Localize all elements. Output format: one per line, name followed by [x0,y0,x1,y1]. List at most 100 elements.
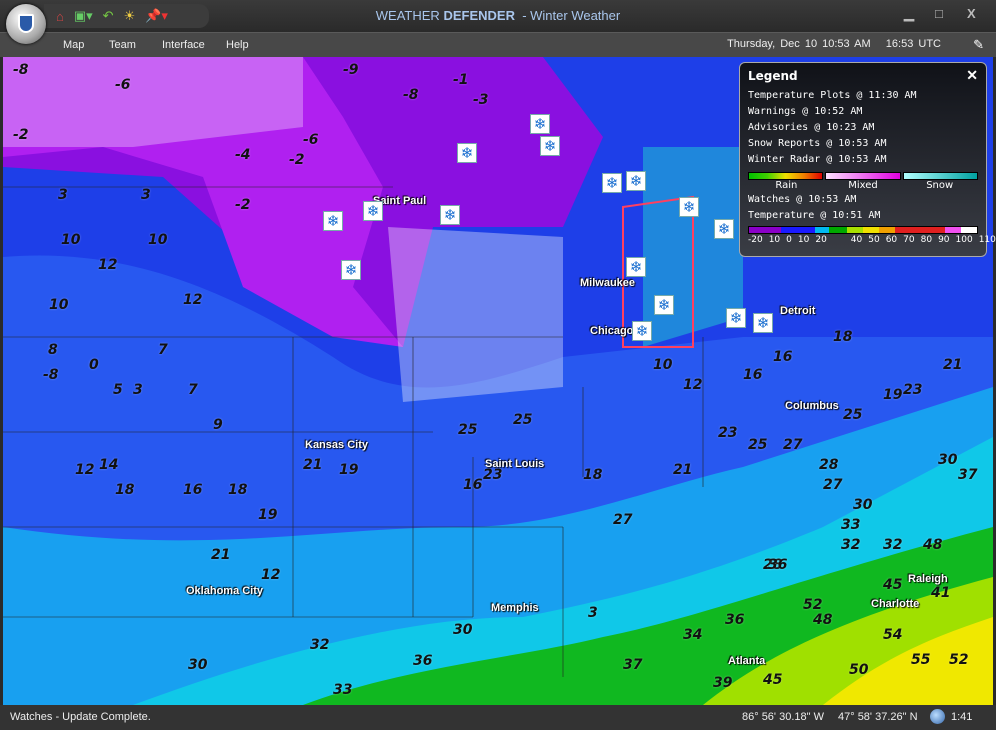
snow-report-icon[interactable]: ❄ [632,321,652,341]
snow-report-icon[interactable]: ❄ [440,205,460,225]
title-brand-light: WEATHER [375,8,440,23]
snow-label: Snow [926,180,954,191]
temperature-plot: 23 [718,425,738,441]
snow-report-icon[interactable]: ❄ [363,201,383,221]
temp-scale-label: 40 [850,235,863,245]
temperature-plot: 48 [813,612,833,628]
temperature-plot: 55 [911,652,931,668]
temperature-plot: -4 [235,147,251,163]
temperature-plot: 12 [261,567,281,583]
legend-row: Temperature Plots @ 11:30 AM [748,90,917,101]
snow-bar [902,172,978,180]
temperature-plot: 12 [183,292,203,308]
temp-scale-label: 60 [885,235,898,245]
temperature-plot: 50 [849,662,869,678]
snow-report-icon[interactable]: ❄ [323,211,343,231]
edit-icon[interactable]: ✎ [973,37,984,53]
shield-icon [18,14,34,33]
temperature-plot: 36 [768,557,788,573]
temperature-plot: -2 [289,152,305,168]
temperature-plot: 52 [949,652,969,668]
temperature-plot: 36 [413,653,433,669]
city-label: Columbus [785,400,839,412]
temperature-plot: 5 [113,382,123,398]
temperature-plot: 10 [148,232,168,248]
snow-report-icon[interactable]: ❄ [726,308,746,328]
legend-row: Warnings @ 10:52 AM [748,106,863,117]
snow-report-icon[interactable]: ❄ [341,260,361,280]
snow-report-icon[interactable]: ❄ [530,114,550,134]
legend-row: Snow Reports @ 10:53 AM [748,138,887,149]
utc-time: 16:53 UTC [885,38,941,50]
temp-scale-label: 100 [955,235,973,245]
temperature-plot: 41 [931,585,951,601]
temperature-plot: -6 [303,132,319,148]
temperature-plot: 3 [133,382,143,398]
menu-team[interactable]: Team [109,39,136,51]
temperature-plot: 36 [725,612,745,628]
menu-map[interactable]: Map [63,39,84,51]
snow-report-icon[interactable]: ❄ [714,219,734,239]
temperature-plot: 52 [803,597,823,613]
temp-scale-label: 110 [978,235,996,245]
status-bar: Watches - Update Complete. 86° 56' 30.18… [0,705,996,730]
menu-bar: Map Team Interface Help Thursday, Dec 10… [0,32,996,57]
temperature-plot: 21 [303,457,323,473]
temp-scale-label: -20 [748,235,763,245]
snow-report-icon[interactable]: ❄ [753,313,773,333]
temperature-plot: 19 [339,462,359,478]
temperature-plot: 18 [115,482,135,498]
radar-color-scale [748,172,978,180]
latitude-readout: 47° 58' 37.26" N [838,711,918,723]
temperature-plot: 32 [841,537,861,553]
snow-report-icon[interactable]: ❄ [679,197,699,217]
temperature-plot: 37 [958,467,978,483]
snow-report-icon[interactable]: ❄ [457,143,477,163]
city-label: Milwaukee [580,277,636,289]
temp-scale-label: 0 [786,235,792,245]
menu-interface[interactable]: Interface [162,39,205,51]
temp-scale-label: 20 [815,235,827,245]
city-label: Charlotte [871,598,920,610]
temperature-plot: 23 [903,382,923,398]
snow-hatch-region [388,227,563,402]
temperature-plot: 21 [943,357,963,373]
snow-report-icon[interactable]: ❄ [654,295,674,315]
temperature-plot: 7 [188,382,198,398]
temperature-plot: 33 [841,517,861,533]
legend-close-button[interactable]: ✕ [966,67,978,84]
snow-report-icon[interactable]: ❄ [540,136,560,156]
temperature-plot: 27 [823,477,843,493]
temperature-plot: 25 [748,437,768,453]
window-title: WEATHER DEFENDER - Winter Weather [0,8,996,23]
temperature-plot: 37 [623,657,643,673]
temperature-plot: 16 [463,477,483,493]
temperature-plot: 27 [783,437,803,453]
minimize-button[interactable]: ▁ [904,6,914,22]
temperature-plot: 25 [513,412,533,428]
snow-report-icon[interactable]: ❄ [626,171,646,191]
temperature-plot: 48 [923,537,943,553]
temperature-plot: 19 [883,387,903,403]
snow-report-icon[interactable]: ❄ [602,173,622,193]
legend-row: Winter Radar @ 10:53 AM [748,154,887,165]
close-button[interactable]: X [967,6,976,21]
globe-zoom-icon[interactable] [930,709,945,724]
app-logo-button[interactable] [6,4,46,44]
temperature-plot: -6 [115,77,131,93]
temperature-plot: 39 [713,675,733,691]
legend-title: Legend [748,69,798,83]
temperature-plot: 0 [89,357,99,373]
snow-report-icon[interactable]: ❄ [626,257,646,277]
temperature-plot: 18 [583,467,603,483]
temperature-plot: -2 [235,197,251,213]
longitude-readout: 86° 56' 30.18" W [742,711,824,723]
temperature-plot: 3 [588,605,598,621]
menu-help[interactable]: Help [226,39,249,51]
temperature-plot: 30 [853,497,873,513]
temp-scale-label: 70 [903,235,915,245]
temperature-plot: 18 [833,329,853,345]
legend-row: Temperature @ 10:51 AM [748,210,881,221]
temperature-plot: 12 [98,257,118,273]
maximize-button[interactable]: □ [935,6,943,21]
